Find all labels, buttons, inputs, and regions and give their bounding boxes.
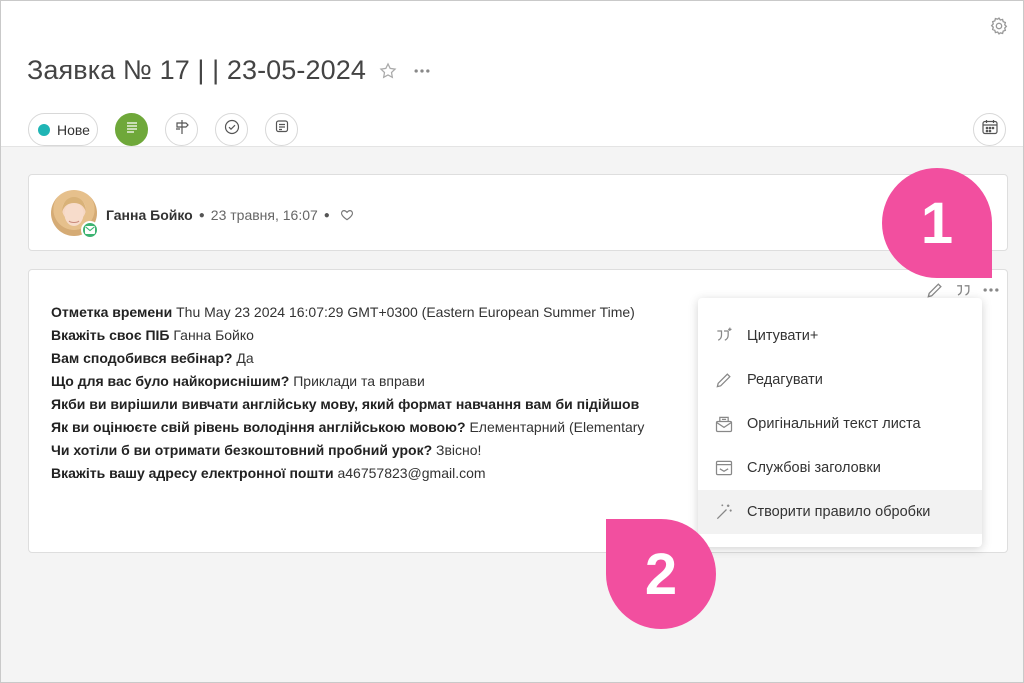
separator-dot: ●	[323, 209, 330, 221]
mail-original-icon	[714, 414, 734, 434]
message-context-menu: Цитувати+ Редагувати Оригінальний текст …	[698, 298, 982, 547]
menu-item-label: Оригінальний текст листа	[747, 416, 921, 432]
message-line: Чи хотіли б ви отримати безкоштовний про…	[51, 442, 482, 458]
toolbar: Нове	[28, 113, 1008, 147]
callout-badge-2: 2	[606, 519, 716, 629]
message-line: Якби ви вирішили вивчати англійську мову…	[51, 396, 640, 412]
menu-item-label: Службові заголовки	[747, 460, 881, 476]
heart-icon[interactable]	[340, 208, 354, 222]
notes-button[interactable]	[265, 113, 298, 146]
quote-icon[interactable]	[953, 280, 973, 300]
check-circle-icon	[224, 119, 240, 140]
calendar-icon	[981, 118, 999, 141]
list-lines-icon	[124, 119, 140, 140]
author-line: Ганна Бойко ● 23 травня, 16:07 ●	[106, 207, 354, 223]
app-window: Заявка № 17 | | 23-05-2024 Нове Ганна Бо…	[0, 0, 1024, 683]
message-line: Вам сподобився вебінар? Да	[51, 350, 254, 366]
menu-item-label: Редагувати	[747, 372, 823, 388]
menu-item-quote-plus[interactable]: Цитувати+	[698, 314, 982, 358]
menu-item-original-text[interactable]: Оригінальний текст листа	[698, 402, 982, 446]
status-button[interactable]: Нове	[28, 113, 98, 146]
message-actions	[925, 280, 1001, 300]
menu-item-service-headers[interactable]: Службові заголовки	[698, 446, 982, 490]
headers-icon	[714, 458, 734, 478]
page-title: Заявка № 17 | | 23-05-2024	[27, 55, 366, 85]
comment-lines-icon	[274, 119, 290, 140]
message-line: Як ви оцінюєте свій рівень володіння анг…	[51, 419, 645, 435]
more-horizontal-icon[interactable]	[412, 61, 432, 81]
message-line: Вкажіть своє ПІБ Ганна Бойко	[51, 327, 254, 343]
email-channel-badge	[81, 221, 99, 239]
envelope-icon	[85, 221, 95, 239]
author-name[interactable]: Ганна Бойко	[106, 207, 193, 223]
quote-plus-icon	[714, 326, 734, 346]
message-body: Отметка времени Thu May 23 2024 16:07:29…	[51, 301, 644, 485]
menu-item-label: Цитувати+	[747, 328, 819, 344]
message-line: Що для вас було найкориснішим? Приклади …	[51, 373, 425, 389]
messages-view-button[interactable]	[115, 113, 148, 146]
author-card: Ганна Бойко ● 23 травня, 16:07 ●	[28, 174, 1008, 251]
separator-dot: ●	[198, 209, 205, 221]
menu-item-create-rule[interactable]: Створити правило обробки	[698, 490, 982, 534]
signpost-icon	[174, 119, 190, 140]
more-horizontal-icon[interactable]	[981, 280, 1001, 300]
callout-badge-1: 1	[882, 168, 992, 278]
pencil-icon[interactable]	[925, 280, 945, 300]
title-row: Заявка № 17 | | 23-05-2024	[27, 55, 432, 86]
star-icon[interactable]	[378, 61, 398, 81]
message-line: Вкажіть вашу адресу електронної пошти a4…	[51, 465, 486, 481]
calendar-button[interactable]	[973, 113, 1006, 146]
menu-item-label: Створити правило обробки	[747, 504, 931, 520]
tasks-button[interactable]	[215, 113, 248, 146]
pencil-icon	[714, 370, 734, 390]
header: Заявка № 17 | | 23-05-2024 Нове	[1, 1, 1023, 147]
magic-wand-icon	[714, 502, 734, 522]
message-date: 23 травня, 16:07	[210, 207, 318, 223]
menu-item-edit[interactable]: Редагувати	[698, 358, 982, 402]
message-line: Отметка времени Thu May 23 2024 16:07:29…	[51, 304, 635, 320]
status-label: Нове	[57, 121, 90, 138]
gear-icon[interactable]	[989, 16, 1009, 36]
signpost-button[interactable]	[165, 113, 198, 146]
status-dot	[38, 123, 50, 136]
